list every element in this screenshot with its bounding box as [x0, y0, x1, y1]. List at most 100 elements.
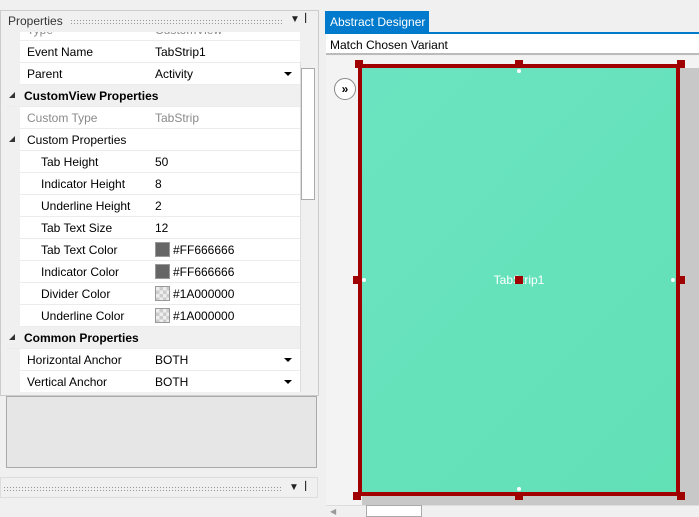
vertical-scroll-thumb[interactable]	[301, 68, 315, 200]
tab-abstract-designer[interactable]: Abstract Designer	[325, 11, 429, 32]
resize-handle[interactable]	[355, 60, 363, 68]
property-label: CustomView Properties	[24, 89, 159, 103]
property-row[interactable]: Custom Properties	[6, 129, 300, 151]
property-row[interactable]: Divider Color #1A000000	[6, 283, 300, 305]
property-value[interactable]: CustomView	[155, 32, 222, 37]
property-value[interactable]: BOTH	[155, 353, 188, 367]
color-swatch[interactable]	[155, 286, 170, 301]
collapse-icon[interactable]	[9, 334, 15, 340]
anchor-dot	[517, 487, 521, 491]
property-label: Event Name	[27, 45, 94, 59]
property-label: Divider Color	[41, 287, 111, 301]
property-value[interactable]: BOTH	[155, 375, 188, 389]
scroll-left-icon[interactable]: ◀	[330, 507, 336, 516]
property-row[interactable]: Custom Type TabStrip	[6, 107, 300, 129]
property-row[interactable]: Parent Activity	[6, 63, 300, 85]
row-margin	[6, 283, 20, 305]
row-margin	[6, 32, 20, 41]
property-value[interactable]: 12	[155, 221, 168, 235]
property-label: Underline Color	[41, 309, 125, 323]
row-margin	[6, 151, 20, 173]
category-row[interactable]: CustomView Properties	[6, 85, 300, 107]
property-label: Vertical Anchor	[27, 375, 108, 389]
properties-title: Properties	[8, 14, 63, 28]
property-row[interactable]: Event Name TabStrip1	[6, 41, 300, 63]
property-value[interactable]: #FF666666	[173, 265, 234, 279]
property-value[interactable]: 8	[155, 177, 162, 191]
property-row[interactable]: Type CustomView	[6, 32, 300, 41]
property-row[interactable]: Horizontal Anchor BOTH	[6, 349, 300, 371]
dropdown-icon[interactable]: ▼	[290, 14, 300, 25]
color-swatch[interactable]	[155, 264, 170, 279]
property-row[interactable]: Tab Text Size 12	[6, 217, 300, 239]
property-value[interactable]: TabStrip	[155, 111, 199, 125]
category-row[interactable]: Common Properties	[6, 327, 300, 349]
property-value[interactable]: Activity	[155, 67, 193, 81]
row-margin	[6, 195, 20, 217]
property-label: Common Properties	[24, 331, 139, 345]
property-label: Underline Height	[41, 199, 131, 213]
property-row[interactable]: Underline Color #1A000000	[6, 305, 300, 327]
horizontal-scroll-thumb[interactable]	[366, 505, 422, 517]
property-row[interactable]: Indicator Height 8	[6, 173, 300, 195]
collapse-icon[interactable]	[9, 92, 15, 98]
chevron-down-icon[interactable]	[284, 380, 292, 384]
row-margin	[6, 239, 20, 261]
collapse-icon[interactable]	[9, 136, 15, 142]
row-margin	[6, 107, 20, 129]
anchor-dot	[517, 69, 521, 73]
anchor-dot	[671, 278, 675, 282]
row-margin	[6, 261, 20, 283]
description-pane	[6, 396, 317, 468]
property-row[interactable]: Tab Height 50	[6, 151, 300, 173]
property-value[interactable]: #1A000000	[173, 287, 234, 301]
pin-icon[interactable]: ꟾ	[304, 13, 307, 26]
properties-title-bar: Properties ▼ ꟾ	[0, 10, 319, 31]
property-row[interactable]: Vertical Anchor BOTH	[6, 371, 300, 392]
resize-handle[interactable]	[515, 60, 523, 68]
resize-handle[interactable]	[677, 276, 685, 284]
property-value[interactable]: #FF666666	[173, 243, 234, 257]
resize-handle[interactable]	[677, 492, 685, 500]
property-row[interactable]: Indicator Color #FF666666	[6, 261, 300, 283]
property-grid: Type CustomView Event Name TabStrip1 Parent A…	[6, 32, 300, 392]
resize-handle[interactable]	[353, 492, 361, 500]
drag-grip[interactable]	[70, 19, 282, 24]
property-value[interactable]: 2	[155, 199, 162, 213]
property-row[interactable]: Tab Text Color #FF666666	[6, 239, 300, 261]
property-value[interactable]: TabStrip1	[155, 45, 206, 59]
property-value[interactable]: #1A000000	[173, 309, 234, 323]
property-label: Tab Text Size	[41, 221, 113, 235]
row-margin	[6, 349, 20, 371]
property-label: Type	[27, 32, 53, 37]
variant-selector[interactable]: Match Chosen Variant	[326, 34, 699, 55]
bottom-panel-title-bar: ▼ ꟾ	[0, 477, 318, 498]
property-label: Custom Properties	[27, 133, 127, 147]
dropdown-icon[interactable]: ▼	[289, 482, 299, 493]
property-label: Tab Height	[41, 155, 99, 169]
expand-toolbox-button[interactable]: »	[334, 78, 356, 100]
resize-handle[interactable]	[515, 492, 523, 500]
row-margin	[6, 305, 20, 327]
pin-icon[interactable]: ꟾ	[304, 481, 307, 494]
property-label: Horizontal Anchor	[27, 353, 122, 367]
row-margin	[6, 173, 20, 195]
resize-handle[interactable]	[677, 60, 685, 68]
resize-handle[interactable]	[515, 276, 523, 284]
property-value[interactable]: 50	[155, 155, 168, 169]
property-label: Indicator Height	[41, 177, 126, 191]
property-label: Custom Type	[27, 111, 98, 125]
chevron-down-icon[interactable]	[284, 72, 292, 76]
property-label: Tab Text Color	[41, 243, 118, 257]
property-row[interactable]: Underline Height 2	[6, 195, 300, 217]
property-label: Indicator Color	[41, 265, 120, 279]
chevron-down-icon[interactable]	[284, 358, 292, 362]
property-label: Parent	[27, 67, 63, 81]
color-swatch[interactable]	[155, 308, 170, 323]
color-swatch[interactable]	[155, 242, 170, 257]
row-margin	[6, 217, 20, 239]
resize-handle[interactable]	[353, 276, 361, 284]
anchor-dot	[362, 278, 366, 282]
drag-grip[interactable]	[3, 486, 283, 491]
row-margin	[6, 63, 20, 85]
